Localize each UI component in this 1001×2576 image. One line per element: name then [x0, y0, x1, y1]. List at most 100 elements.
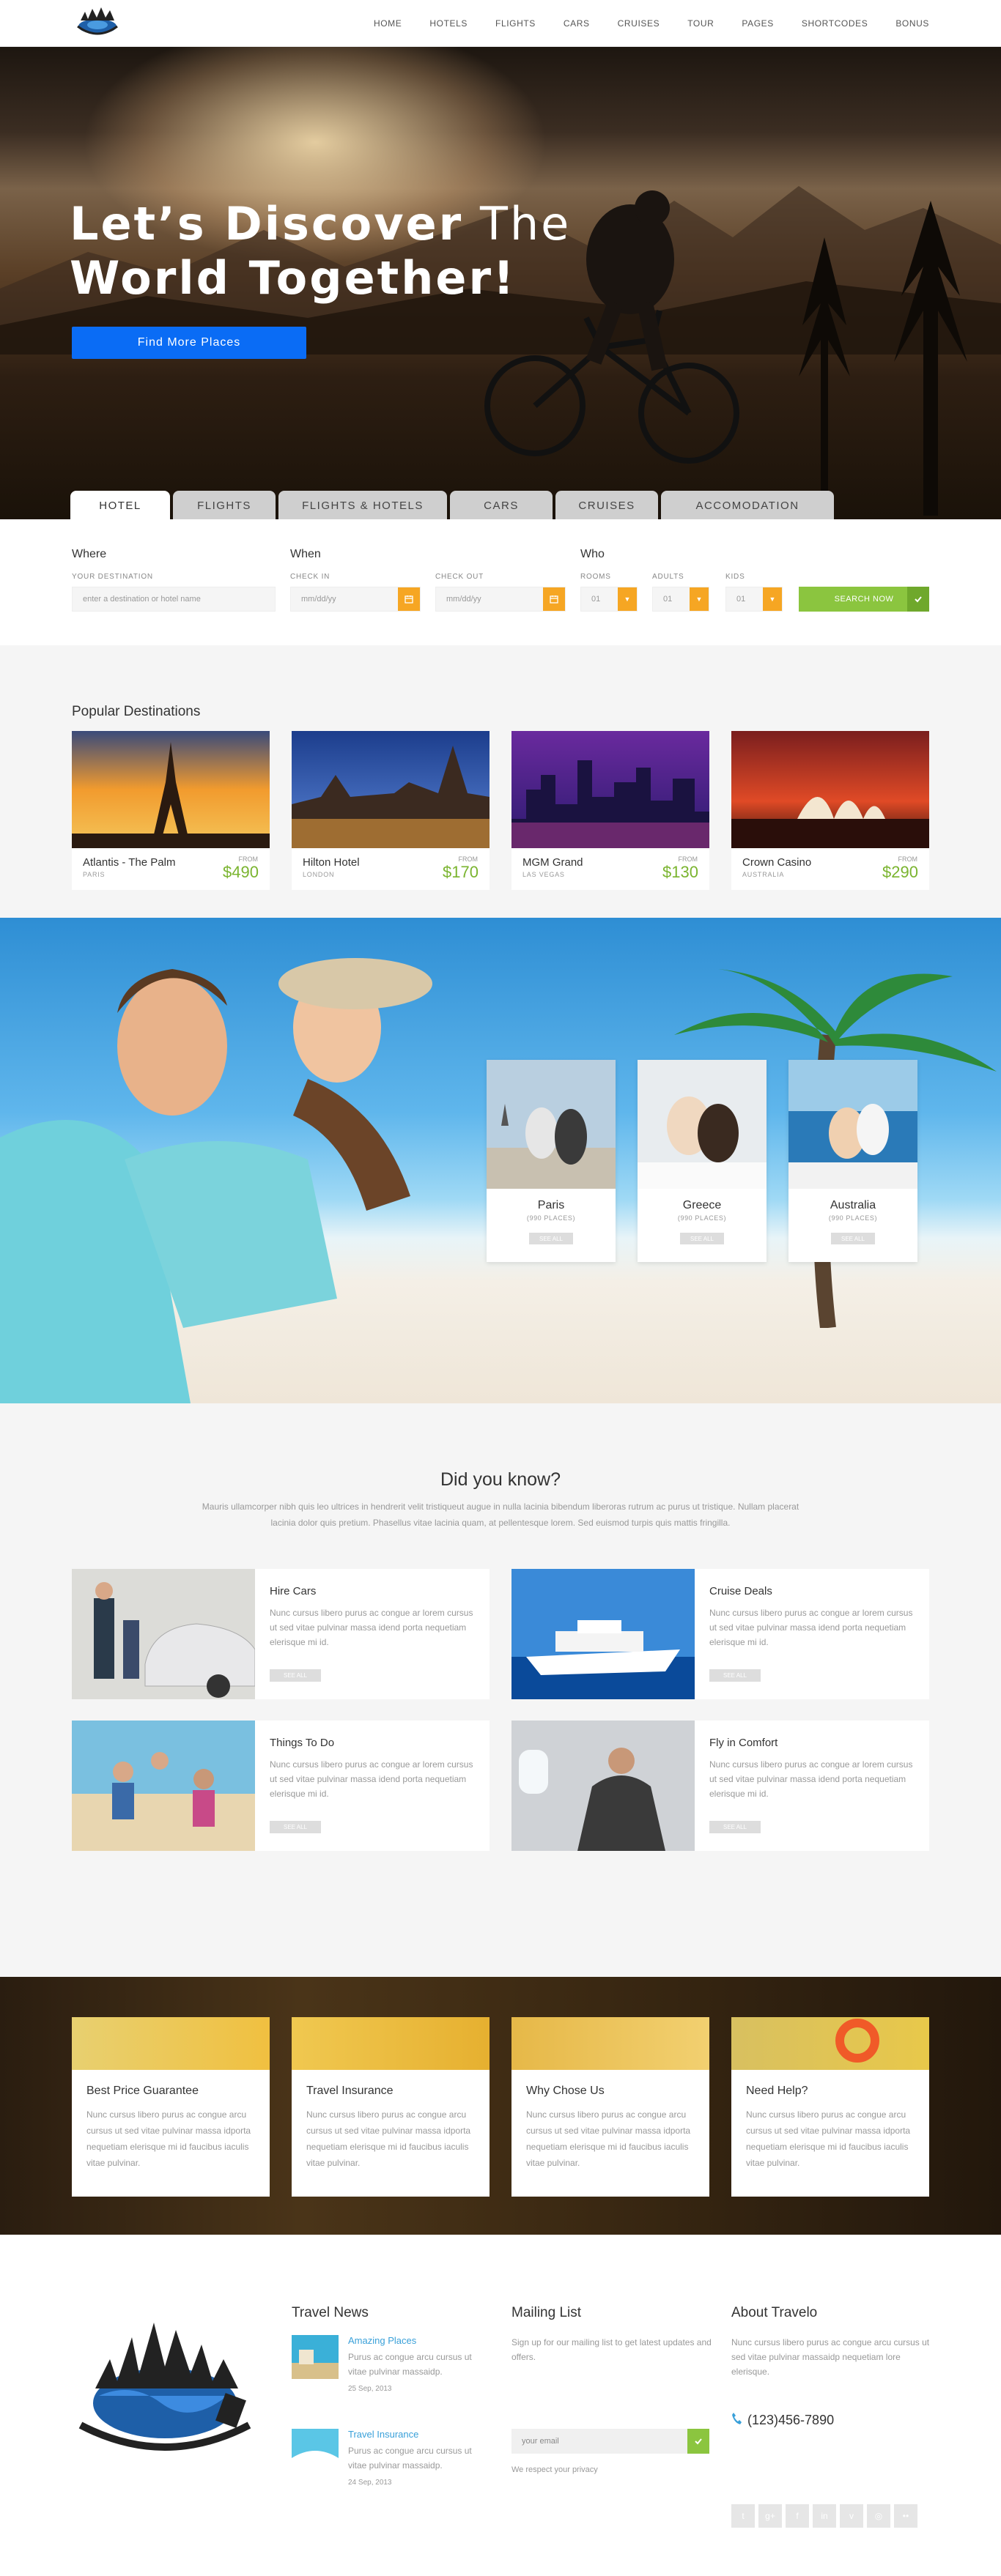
chevron-down-icon[interactable]: ▼	[763, 587, 782, 611]
news-thumbnail	[292, 2429, 339, 2473]
news-item[interactable]: Travel Insurance Purus ac congue arcu cu…	[292, 2429, 482, 2487]
tab-flights-hotels[interactable]: FLIGHTS & HOTELS	[278, 491, 447, 520]
destination-name: Atlantis - The Palm	[83, 856, 176, 869]
hero-title-line-2: World Together!	[70, 251, 517, 305]
feature-card[interactable]: Hire Cars Nunc cursus libero purus ac co…	[72, 1569, 490, 1699]
calendar-icon[interactable]	[543, 587, 565, 611]
rooms-select[interactable]: 01 ▼	[580, 587, 638, 612]
find-more-places-button[interactable]: Find More Places	[72, 327, 306, 359]
see-all-button[interactable]: SEE ALL	[270, 1669, 321, 1682]
see-all-button[interactable]: SEE ALL	[270, 1821, 321, 1833]
adults-value: 01	[663, 595, 673, 604]
destination-name: Crown Casino	[742, 856, 812, 869]
tab-accomodation[interactable]: ACCOMODATION	[661, 491, 834, 520]
who-label: Who	[580, 548, 605, 560]
kids-select[interactable]: 01 ▼	[725, 587, 783, 612]
privacy-note: We respect your privacy	[511, 2465, 598, 2474]
destination-city: AUSTRALIA	[742, 871, 785, 878]
benefit-card: Best Price Guarantee Nunc cursus libero …	[72, 2017, 270, 2197]
benefit-image	[72, 2017, 270, 2070]
news-date: 25 Sep, 2013	[348, 2385, 392, 2393]
nav-cars[interactable]: CARS	[564, 18, 590, 29]
feature-card[interactable]: Things To Do Nunc cursus libero purus ac…	[72, 1721, 490, 1851]
site-header: HOME HOTELS FLIGHTS CARS CRUISES TOUR PA…	[0, 0, 1001, 47]
adults-sublabel: ADULTS	[652, 573, 684, 581]
phone-number[interactable]: (123)456-7890	[747, 2413, 834, 2428]
feature-title: Fly in Comfort	[709, 1737, 778, 1749]
tab-cars[interactable]: CARS	[450, 491, 553, 520]
popular-destinations: Popular Destinations Atlantis - The Palm…	[0, 645, 1001, 918]
see-all-button[interactable]: SEE ALL	[709, 1821, 761, 1833]
beach-promo-section: Paris (990 PLACES) SEE ALL Greece (990 P…	[0, 918, 1001, 1403]
tab-cruises[interactable]: CRUISES	[555, 491, 658, 520]
feature-title: Cruise Deals	[709, 1585, 772, 1597]
destination-card[interactable]: MGM Grand LAS VEGAS FROM $130	[511, 731, 709, 890]
sydney-opera-image	[731, 731, 929, 848]
chevron-down-icon[interactable]: ▼	[690, 587, 709, 611]
nav-cruises[interactable]: CRUISES	[618, 18, 660, 29]
destination-card[interactable]: Atlantis - The Palm PARIS FROM $490	[72, 731, 270, 890]
twitter-icon[interactable]: t	[731, 2504, 755, 2528]
dribbble-icon[interactable]: ◎	[867, 2504, 890, 2528]
main-nav: HOME HOTELS FLIGHTS CARS CRUISES TOUR PA…	[346, 0, 929, 47]
destination-card[interactable]: Hilton Hotel LONDON FROM $170	[292, 731, 490, 890]
adults-select[interactable]: 01 ▼	[652, 587, 709, 612]
chevron-down-icon[interactable]: ▼	[618, 587, 637, 611]
destination-input[interactable]: enter a destination or hotel name	[72, 587, 276, 612]
see-all-button[interactable]: SEE ALL	[831, 1233, 875, 1244]
feature-title: Things To Do	[270, 1737, 335, 1749]
calendar-icon[interactable]	[398, 587, 420, 611]
did-you-know-section: Did you know? Mauris ullamcorper nibh qu…	[0, 1403, 1001, 1977]
nav-bonus[interactable]: BONUS	[895, 18, 929, 29]
checkin-sublabel: CHECK IN	[290, 573, 330, 581]
nav-shortcodes[interactable]: SHORTCODES	[802, 18, 868, 29]
hero-banner: Let’s Discover The World Together! Find …	[0, 47, 1001, 519]
nav-pages[interactable]: PAGES	[742, 18, 773, 29]
google-plus-icon[interactable]: g+	[758, 2504, 782, 2528]
see-all-button[interactable]: SEE ALL	[680, 1233, 724, 1244]
destination-card[interactable]: Crown Casino AUSTRALIA FROM $290	[731, 731, 929, 890]
checkin-input[interactable]: mm/dd/yy	[290, 587, 421, 612]
nav-home[interactable]: HOME	[374, 18, 402, 29]
hero-title: Let’s Discover The World Together!	[70, 197, 571, 305]
tab-hotel[interactable]: HOTEL	[70, 491, 170, 520]
feature-card[interactable]: Cruise Deals Nunc cursus libero purus ac…	[511, 1569, 929, 1699]
benefit-text: Nunc cursus libero purus ac congue arcu …	[306, 2109, 471, 2168]
nav-tour[interactable]: TOUR	[687, 18, 714, 29]
search-now-button[interactable]: SEARCH NOW	[799, 587, 929, 612]
check-icon	[907, 587, 929, 612]
paris-eiffel-image	[72, 731, 270, 848]
news-title[interactable]: Travel Insurance	[348, 2429, 418, 2440]
mailing-list-text: Sign up for our mailing list to get late…	[511, 2337, 712, 2362]
nav-flights[interactable]: FLIGHTS	[495, 18, 536, 29]
about-text: Nunc cursus libero purus ac congue arcu …	[731, 2337, 930, 2377]
tab-flights[interactable]: FLIGHTS	[173, 491, 276, 520]
destination-city: PARIS	[83, 871, 106, 878]
news-thumbnail	[292, 2335, 339, 2379]
flickr-icon[interactable]: ••	[894, 2504, 917, 2528]
city-card[interactable]: Paris (990 PLACES) SEE ALL	[487, 1060, 616, 1262]
hire-cars-image	[72, 1569, 255, 1699]
benefit-title: Best Price Guarantee	[86, 2085, 199, 2097]
when-label: When	[290, 548, 321, 560]
news-title[interactable]: Amazing Places	[348, 2335, 416, 2346]
see-all-button[interactable]: SEE ALL	[529, 1233, 573, 1244]
feature-card[interactable]: Fly in Comfort Nunc cursus libero purus …	[511, 1721, 929, 1851]
email-input[interactable]: your email	[511, 2429, 709, 2454]
benefit-image	[292, 2017, 490, 2070]
city-card[interactable]: Australia (990 PLACES) SEE ALL	[788, 1060, 917, 1262]
linkedin-icon[interactable]: in	[813, 2504, 836, 2528]
city-card[interactable]: Greece (990 PLACES) SEE ALL	[638, 1060, 767, 1262]
facebook-icon[interactable]: f	[786, 2504, 809, 2528]
benefit-image	[731, 2017, 929, 2070]
check-icon[interactable]	[687, 2429, 709, 2454]
vimeo-icon[interactable]: v	[840, 2504, 863, 2528]
news-text: Purus ac congue arcu cursus ut vitae pul…	[348, 2352, 472, 2377]
see-all-button[interactable]: SEE ALL	[709, 1669, 761, 1682]
nav-hotels[interactable]: HOTELS	[429, 18, 468, 29]
checkout-input[interactable]: mm/dd/yy	[435, 587, 566, 612]
news-item[interactable]: Amazing Places Purus ac congue arcu curs…	[292, 2335, 482, 2393]
pine-trees	[799, 201, 967, 516]
search-now-label: SEARCH NOW	[834, 595, 894, 604]
travelo-logo[interactable]	[72, 4, 123, 41]
